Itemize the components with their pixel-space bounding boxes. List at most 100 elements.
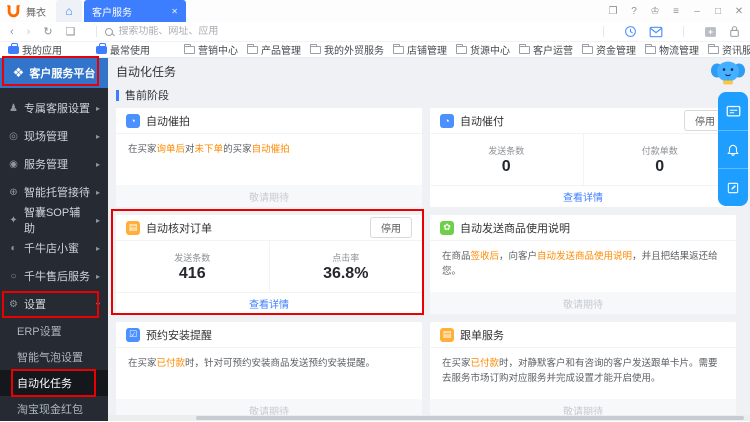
bookmark-most-used[interactable]: 最常使用 [96,42,150,57]
chevron-right-icon: ▸ [96,132,100,141]
sidebar-menu: ♟ 专属客服设置 ▸ ◎ 现场管理 ▸ ◉ 服务管理 ▸ ⊕ 智能托管接待 ▸ … [0,88,108,422]
card-auto-send-instructions: ✿ 自动发送商品使用说明 在商品签收后，向客户自动发送商品使用说明，并且把结果返… [430,215,736,314]
chevron-right-icon: ▸ [96,104,100,113]
forward-icon[interactable]: › [27,26,31,38]
gallery-icon[interactable] [704,26,717,38]
spark-icon: ✦ [8,215,19,226]
leaf-badge-icon: ✿ [440,221,454,235]
sidebar-item-site-manage[interactable]: ◎ 现场管理 ▸ [0,122,108,150]
menu-icon[interactable]: ≡ [671,6,681,17]
notifications-button[interactable] [718,130,748,168]
bookmark-folder-marketing[interactable]: 营销中心 [184,42,238,57]
chevron-right-icon: ▸ [96,188,100,197]
navbar: ‹ › ↻ ❏ [0,22,750,42]
chevron-right-icon: ▸ [96,244,100,253]
bookmark-folder-foreign-trade[interactable]: 我的外贸服务 [310,42,384,57]
folder-icon [393,46,404,54]
sidebar-item-store-bee[interactable]: ◐ 千牛店小蜜 ▸ [0,234,108,262]
bookmark-folder-shop-manage[interactable]: 店铺管理 [393,42,447,57]
card-stats: 发送条数 416 点击率 36.8% [116,241,422,292]
search-icon [105,28,113,36]
headset-icon: ♟ [8,103,19,114]
clock-badge-icon: ◔ [440,114,454,128]
close-icon[interactable]: ✕ [734,6,744,17]
card-install-reminder: ☑ 预约安装提醒 在买家已付款时，针对可预约安装商品发送预约安装提醒。 敬请期待 [116,322,422,421]
card-title: 自动催拍 [146,113,190,129]
circle-icon: ○ [8,271,19,282]
scrollbar-thumb[interactable] [196,416,744,420]
sidebar-item-settings[interactable]: ⚙ 设置 ▾ [0,290,108,318]
refresh-icon[interactable]: ↻ [43,25,52,38]
sidebar-subitem-smart-bubble[interactable]: 智能气泡设置 [0,344,108,370]
card-followup-service: ▤ 跟单服务 在买家已付款时，对静默客户和有咨询的客户发送跟单卡片。需要去服务市… [430,322,736,421]
app-window-icon[interactable]: ❏ [66,25,76,38]
bookmark-my-apps[interactable]: 我的应用 [8,42,62,57]
folder-icon [708,46,719,54]
card-description: 在买家已付款时，针对可预约安装商品发送预约安装提醒。 [116,348,422,399]
workbench-button[interactable] [718,92,748,130]
bookmark-folder-funds[interactable]: 资金管理 [582,42,636,57]
divider [603,26,604,37]
coming-soon-label: 敬请期待 [116,185,422,207]
feedback-button[interactable] [718,168,748,206]
bookmark-folder-supply[interactable]: 货源中心 [456,42,510,57]
folder-icon [582,46,593,54]
tab-close-icon[interactable]: ✕ [171,7,178,16]
sidebar-subitem-red-packet[interactable]: 淘宝现金红包 [0,396,108,422]
view-details-link[interactable]: 查看详情 [430,185,736,207]
sidebar-item-dedicated-service[interactable]: ♟ 专属客服设置 ▸ [0,94,108,122]
card-title: 自动催付 [460,113,504,129]
bee-icon: ◐ [8,243,19,254]
sidebar-subitem-automation-tasks[interactable]: 自动化任务 [0,370,108,396]
help-icon[interactable]: ? [629,6,639,17]
section-title: 售前阶段 [125,87,169,103]
page-title: 自动化任务 [116,64,736,80]
folder-icon [247,46,258,54]
tab-customer-service[interactable]: 客户服务 ✕ [84,0,186,22]
folder-icon [310,46,321,54]
briefcase-icon [96,46,107,54]
tab-label: 客户服务 [92,4,132,19]
sidebar-item-service-manage[interactable]: ◉ 服务管理 ▸ [0,150,108,178]
sidebar-item-smart-hosting[interactable]: ⊕ 智能托管接待 ▸ [0,178,108,206]
folder-icon [645,46,656,54]
card-title: 自动发送商品使用说明 [460,220,570,236]
horizontal-scrollbar[interactable] [108,415,750,421]
card-description: 在商品签收后，向客户自动发送商品使用说明，并且把结果返还给您。 [430,241,736,292]
helper-toolbar [718,92,748,206]
location-icon: ◎ [8,131,19,142]
skin-icon[interactable]: ♔ [650,6,660,17]
disable-button[interactable]: 停用 [370,217,412,238]
lock-icon[interactable] [729,25,740,38]
search-bar[interactable] [105,26,268,37]
multi-window-icon[interactable]: ❐ [608,6,618,17]
sidebar-item-aftersale-service[interactable]: ○ 千牛售后服务 ▸ [0,262,108,290]
navbar-right-icons [595,25,740,38]
task-cards-grid: ◔ 自动催拍 在买家询单后对未下单的买家自动催拍 敬请期待 ◔ 自动催付 停用 … [116,108,736,421]
card-title: 跟单服务 [460,327,504,343]
folder-icon [519,46,530,54]
search-input[interactable] [118,26,268,37]
card-description: 在买家已付款时，对静默客户和有咨询的客户发送跟单卡片。需要去服务市场订购对应服务… [430,348,736,399]
sidebar-subitem-erp-settings[interactable]: ERP设置 [0,318,108,344]
mail-icon[interactable] [649,26,663,38]
bookmark-folder-logistics[interactable]: 物流管理 [645,42,699,57]
minimize-icon[interactable]: – [692,6,702,17]
back-icon[interactable]: ‹ [10,26,14,38]
section-accent-bar [116,90,119,101]
bookmark-folder-customer-ops[interactable]: 客户运营 [519,42,573,57]
clock-badge-icon: ◔ [126,114,140,128]
screen-icon [726,105,741,118]
bookmark-folder-products[interactable]: 产品管理 [247,42,301,57]
sidebar-item-sop-assist[interactable]: ✦ 智囊SOP辅助 ▸ [0,206,108,234]
bookmark-folder-news[interactable]: 资讯服务 [708,42,750,57]
home-tab[interactable]: ⌂ [56,0,82,22]
maximize-icon[interactable]: □ [713,6,723,17]
chevron-down-icon: ▾ [96,300,100,309]
view-details-link[interactable]: 查看详情 [116,292,422,314]
elephant-mascot[interactable] [710,57,746,89]
card-description: 在买家询单后对未下单的买家自动催拍 [116,134,422,185]
bell-icon [726,143,740,157]
card-title: 预约安装提醒 [146,327,212,343]
history-clock-icon[interactable] [624,25,637,38]
